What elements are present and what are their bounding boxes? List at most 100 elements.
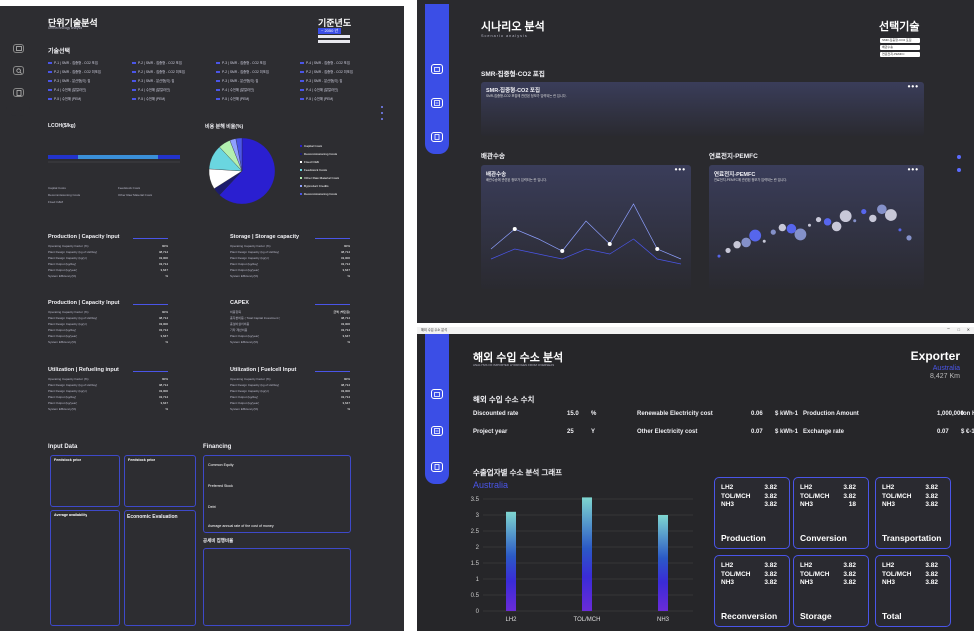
input-row-value[interactable]: 3,647 [160, 401, 168, 406]
scatter-point[interactable] [762, 239, 766, 243]
line-point[interactable] [560, 249, 565, 253]
card3-more-button[interactable]: ••• [908, 165, 919, 174]
tech-option[interactable]: P-3 | SMR - 분산형(이) 집 [132, 79, 214, 84]
scroll-dot-2[interactable] [381, 112, 383, 114]
input-row-value[interactable]: 43,000 [341, 389, 350, 394]
input-row-value[interactable]: 48,714 [159, 316, 168, 321]
dropdown-1[interactable]: SMR-집중형-CO2 포집 [880, 38, 920, 43]
tech-option[interactable]: P-2 | SMR - 집중형 - CO2 미포집 [48, 70, 130, 75]
tech-option[interactable]: P-4 | SMR - 집중형 - CO2 포집 [300, 61, 382, 66]
window-close-icon[interactable]: ✕ [967, 327, 970, 332]
scatter-point[interactable] [906, 235, 912, 241]
import-value-number[interactable]: 0.07 [937, 429, 949, 435]
scatter-point[interactable] [815, 216, 822, 223]
tech-option[interactable]: P-2 | SMR - 집중형 - CO2 미포집 [132, 70, 214, 75]
tech-option[interactable]: P-2 | SMR - 집중형 - CO2 포집 [132, 61, 214, 66]
scatter-point[interactable] [869, 214, 877, 223]
process-card[interactable]: LH2 3.82 TOL/MCH 3.82 NH3 3.82 Storage [793, 555, 869, 627]
input-row-value[interactable]: 43,714 [341, 395, 350, 400]
tech-option[interactable]: P-5 | 수전해 (PEM) [132, 97, 214, 102]
input-row-value[interactable]: % [347, 274, 350, 279]
input-row-value[interactable]: % [347, 340, 350, 345]
tech-option[interactable]: P-3 | SMR - 분산형(이) 집 [300, 79, 382, 84]
scatter-point[interactable] [823, 218, 832, 226]
year-value[interactable]: ~ 2050 년 [318, 28, 342, 34]
bar[interactable] [582, 497, 592, 611]
tech-option[interactable]: P-4 | 수전해 (알칼라인) [48, 88, 130, 93]
input-row-value[interactable]: 90% [344, 244, 350, 249]
scenario-edit-button[interactable] [431, 98, 443, 108]
input-row-value[interactable]: 43,000 [341, 322, 350, 327]
dropdown-3[interactable]: 연료전지-PEMFC [880, 52, 920, 57]
scenario-scroll-dot-2[interactable] [957, 168, 961, 172]
scatter-point[interactable] [741, 237, 751, 248]
import-value-number[interactable]: 25 [567, 429, 574, 435]
input-row-value[interactable]: 3,647 [160, 268, 168, 273]
process-card[interactable]: LH2 3.82 TOL/MCH 3.82 NH3 3.82 Reconversion [714, 555, 790, 627]
sidebar-search-button[interactable] [13, 66, 24, 75]
scroll-dot-1[interactable] [381, 106, 383, 108]
import-value-number[interactable]: 0.06 [751, 411, 763, 417]
input-row-value[interactable]: % [165, 407, 168, 412]
card1-more-button[interactable]: ••• [908, 82, 919, 91]
input-row-value[interactable]: 43,714 [159, 262, 168, 267]
import-doc-button[interactable] [431, 462, 443, 472]
scatter-point[interactable] [807, 223, 811, 227]
scroll-dot-3[interactable] [381, 118, 383, 120]
input-row-value[interactable]: 48,714 [159, 250, 168, 255]
line-point[interactable] [655, 247, 660, 251]
input-row-value[interactable]: 3,647 [342, 401, 350, 406]
window-minimize-icon[interactable]: − [947, 327, 950, 332]
input-row-value[interactable]: 3,647 [342, 268, 350, 273]
exporter-country[interactable]: Australia [933, 365, 960, 372]
input-row-value[interactable]: 43,000 [159, 256, 168, 261]
tech-option[interactable]: P-5 | 수전해 (PEM) [216, 97, 298, 102]
process-card[interactable]: LH2 3.82 TOL/MCH 3.82 NH3 3.82 Total [875, 555, 951, 627]
input-row-value[interactable]: 43,714 [341, 262, 350, 267]
year-select-2[interactable] [318, 40, 350, 43]
input-row-value[interactable]: 90% [162, 244, 168, 249]
scatter-point[interactable] [831, 221, 842, 232]
scatter-point[interactable] [749, 229, 762, 242]
import-value-number[interactable]: 1,000,000 [937, 411, 964, 417]
sidebar-doc-button[interactable] [13, 88, 24, 97]
process-card[interactable]: LH2 3.82 TOL/MCH 3.82 NH3 3.82 Production [714, 477, 790, 549]
process-card[interactable]: LH2 3.82 TOL/MCH 3.82 NH3 3.82 Transportation [875, 477, 951, 549]
scatter-point[interactable] [778, 223, 787, 232]
input-row-value[interactable]: 90% [162, 377, 168, 382]
input-row-value[interactable]: % [165, 274, 168, 279]
line-point[interactable] [607, 242, 612, 246]
scatter-point[interactable] [786, 223, 797, 234]
tech-option[interactable]: P-2 | SMR - 집중형 - CO2 미포집 [300, 70, 382, 75]
input-row-value[interactable]: 금액 (백만원) [333, 310, 350, 315]
scatter-point[interactable] [898, 228, 902, 232]
bar[interactable] [658, 515, 668, 611]
tech-option[interactable]: P-3 | SMR - 분산형(이) 집 [216, 79, 298, 84]
scatter-point[interactable] [794, 228, 807, 241]
line-point[interactable] [512, 227, 517, 231]
import-value-number[interactable]: 15.0 [567, 411, 579, 417]
scatter-point[interactable] [717, 254, 721, 258]
sidebar-home-button[interactable] [13, 44, 24, 53]
input-row-value[interactable]: 43,000 [159, 322, 168, 327]
input-row-value[interactable]: 43,000 [341, 256, 350, 261]
input-row-value[interactable]: 90% [344, 377, 350, 382]
card2-more-button[interactable]: ••• [675, 165, 686, 174]
input-row-value[interactable]: 43,714 [341, 328, 350, 333]
input-row-value[interactable]: 48,714 [341, 383, 350, 388]
input-row-value[interactable]: 48,714 [341, 316, 350, 321]
input-row-value[interactable]: 48,714 [341, 250, 350, 255]
tech-option[interactable]: P-2 | SMR - 집중형 - CO2 미포집 [216, 70, 298, 75]
input-row-value[interactable]: 48,714 [159, 383, 168, 388]
tech-option[interactable]: P-5 | 수전해 (PEM) [300, 97, 382, 102]
import-edit-button[interactable] [431, 426, 443, 436]
dropdown-2[interactable]: 배관수송 [880, 45, 920, 50]
input-row-value[interactable]: 3,647 [342, 334, 350, 339]
scenario-scroll-dot-1[interactable] [957, 155, 961, 159]
import-value-number[interactable]: 0.07 [751, 429, 763, 435]
scatter-point[interactable] [877, 204, 887, 215]
scatter-point[interactable] [725, 247, 731, 254]
tech-option[interactable]: P-4 | 수전해 (알칼라인) [132, 88, 214, 93]
input-row-value[interactable]: % [347, 407, 350, 412]
input-row-value[interactable]: 43,714 [159, 328, 168, 333]
